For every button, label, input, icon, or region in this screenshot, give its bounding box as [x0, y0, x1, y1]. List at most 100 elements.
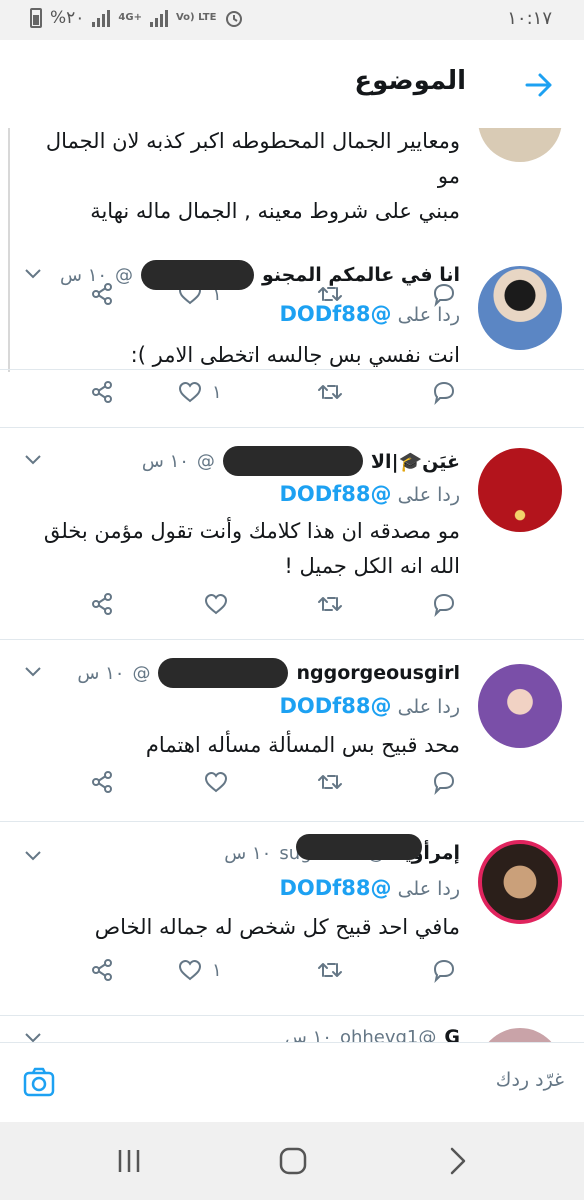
- like-button[interactable]: [202, 590, 238, 618]
- like-count: ١: [212, 959, 222, 981]
- reply-icon: [433, 593, 455, 618]
- display-name[interactable]: غيَن🎓|الا: [371, 450, 460, 473]
- reply-icon: [433, 381, 455, 406]
- timestamp: ١٠ س: [224, 842, 272, 864]
- display-name[interactable]: G: [444, 1026, 460, 1042]
- tweet-text: مافي احد قبيح كل شخص له جماله الخاص: [94, 915, 460, 939]
- arrow-right-icon[interactable]: [524, 70, 554, 100]
- replying-to: ردا على @DODf88: [279, 302, 460, 326]
- tweet[interactable]: إمرأويه @sugarurra ١٠ س ردا على @DODf88 …: [0, 822, 584, 1016]
- replying-to: ردا على @DODf88: [279, 876, 460, 900]
- share-button[interactable]: [88, 590, 116, 618]
- chevron-down-icon[interactable]: [24, 666, 42, 678]
- signal-icon-2: [149, 9, 168, 27]
- share-icon: [92, 593, 112, 615]
- handle[interactable]: @: [132, 663, 150, 684]
- reply-icon: [433, 959, 455, 984]
- replying-to: ردا على @DODf88: [279, 482, 460, 506]
- chevron-down-icon[interactable]: [24, 454, 42, 466]
- avatar[interactable]: [478, 128, 562, 162]
- heart-icon: [204, 771, 228, 793]
- tweet-actions: [0, 590, 584, 630]
- like-count: ١: [212, 381, 222, 403]
- recent-apps-icon[interactable]: [114, 1146, 144, 1176]
- like-button[interactable]: [202, 768, 238, 796]
- replying-to: ردا على @DODf88: [279, 694, 460, 718]
- reply-button[interactable]: [430, 590, 458, 618]
- tweet-header: انا في عالمكم المجنو @ ١٠ س: [60, 260, 460, 290]
- back-icon[interactable]: [442, 1146, 472, 1176]
- display-name[interactable]: nggorgeousgirl: [296, 662, 460, 684]
- reply-composer[interactable]: غرّد ردك: [0, 1042, 584, 1122]
- retweet-button[interactable]: [316, 956, 344, 984]
- share-button[interactable]: [88, 768, 116, 796]
- avatar[interactable]: [478, 1028, 562, 1042]
- chevron-down-icon[interactable]: [24, 850, 42, 862]
- camera-icon[interactable]: [22, 1065, 56, 1099]
- reply-button[interactable]: [430, 378, 458, 406]
- tweet-text: مو مصدقه ان هذا كلامك وأنت تقول مؤمن بخل…: [43, 519, 460, 578]
- like-button[interactable]: ١: [176, 378, 222, 406]
- tweet-actions: ١: [0, 956, 584, 996]
- redacted-handle: [141, 260, 255, 290]
- share-icon: [92, 771, 112, 793]
- share-button[interactable]: [88, 378, 116, 406]
- reply-input[interactable]: غرّد ردك: [496, 1069, 564, 1091]
- handle[interactable]: @: [197, 451, 215, 472]
- heart-icon: [204, 593, 228, 615]
- tweet[interactable]: انا في عالمكم المجنو @ ١٠ س ردا على @DOD…: [0, 230, 584, 428]
- tweet[interactable]: غيَن🎓|الا @ ١٠ س ردا على @DODf88 مو مصدق…: [0, 428, 584, 640]
- network-label: 4G+: [118, 12, 142, 23]
- redacted-handle: [222, 446, 363, 476]
- handle[interactable]: @: [115, 265, 133, 286]
- heart-icon: [178, 381, 202, 403]
- tweet[interactable]: G @ohhevg1 ١٠ س: [0, 1016, 584, 1042]
- avatar[interactable]: [478, 448, 562, 532]
- retweet-icon: [318, 597, 342, 611]
- tweet[interactable]: nggorgeousgirl @ ١٠ س ردا على @DODf88 مح…: [0, 640, 584, 822]
- mention-link[interactable]: @DODf88: [279, 482, 391, 506]
- mention-link[interactable]: @DODf88: [279, 876, 391, 900]
- timestamp: ١٠ س: [77, 662, 125, 684]
- mention-link[interactable]: @DODf88: [279, 694, 391, 718]
- alarm-icon: [226, 11, 243, 27]
- timestamp: ١٠ س: [284, 1026, 332, 1043]
- chevron-down-icon[interactable]: [24, 1032, 42, 1042]
- battery-icon: [30, 8, 42, 28]
- heart-icon: [178, 959, 202, 981]
- tweet-text: ومعايير الجمال المحطوطه اكبر كذبه لان ال…: [45, 129, 460, 223]
- retweet-icon: [318, 385, 342, 399]
- redacted-handle: [158, 658, 289, 688]
- reply-button[interactable]: [430, 768, 458, 796]
- retweet-button[interactable]: [316, 378, 344, 406]
- retweet-button[interactable]: [316, 590, 344, 618]
- timestamp: ١٠ س: [60, 264, 108, 286]
- home-icon[interactable]: [278, 1146, 308, 1176]
- redacted-handle: [296, 834, 422, 860]
- share-button[interactable]: [88, 956, 116, 984]
- clock: ١٠:١٧: [507, 8, 552, 29]
- battery-percent: %٢٠: [50, 8, 85, 28]
- tweet-header: غيَن🎓|الا @ ١٠ س: [60, 446, 460, 476]
- tweet-actions: [0, 768, 584, 808]
- display-name[interactable]: انا في عالمكم المجنو: [262, 264, 460, 286]
- avatar[interactable]: [478, 266, 562, 350]
- page-title: الموضوع: [354, 66, 466, 96]
- handle[interactable]: @ohhevg1: [340, 1027, 436, 1043]
- avatar[interactable]: [478, 664, 562, 748]
- reply-icon: [433, 771, 455, 796]
- reply-button[interactable]: [430, 956, 458, 984]
- mention-link[interactable]: @DODf88: [279, 302, 391, 326]
- system-nav-bar: [0, 1122, 584, 1200]
- tweet-header: nggorgeousgirl @ ١٠ س: [60, 658, 460, 688]
- status-bar: %٢٠ 4G+ Vo) LTE ١٠:١٧: [0, 0, 584, 40]
- chevron-down-icon[interactable]: [24, 268, 42, 280]
- retweet-button[interactable]: [316, 768, 344, 796]
- like-button[interactable]: ١: [176, 956, 222, 984]
- retweet-icon: [318, 775, 342, 789]
- replies-timeline: ومعايير الجمال المحطوطه اكبر كذبه لان ال…: [0, 128, 584, 1042]
- tweet-text: محد قبيح بس المسألة مسأله اهتمام: [145, 733, 460, 757]
- signal-icon: [92, 9, 111, 27]
- avatar[interactable]: [478, 840, 562, 924]
- tweet-text: انت نفسي بس جالسه اتخطى الامر ):: [130, 343, 460, 367]
